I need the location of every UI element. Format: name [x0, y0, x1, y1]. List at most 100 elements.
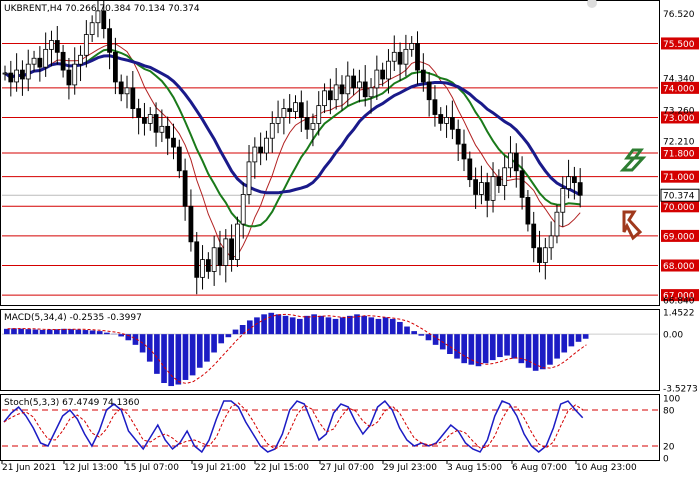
candle-body [362, 81, 368, 98]
candle-body [345, 75, 351, 95]
macd-bar [582, 334, 589, 339]
candle-body [200, 259, 205, 278]
macd-axis-label: 1.4522 [663, 309, 695, 319]
candle-body [519, 170, 525, 198]
price-chart[interactable]: 1.45220.00-3.5273 10080200 75.50074.0007… [0, 0, 700, 500]
macd-bar [225, 334, 232, 338]
candle-body [275, 117, 281, 124]
macd-bar [168, 334, 175, 387]
macd-bar [175, 334, 182, 385]
candle-body [229, 238, 234, 260]
candle-body [136, 108, 142, 118]
macd-bar [39, 329, 46, 335]
time-axis-label: 27 Jul 07:00 [320, 463, 374, 473]
candle-body [374, 69, 380, 89]
macd-bar [161, 334, 167, 384]
macd-bar [561, 334, 568, 353]
macd-bar [311, 314, 317, 335]
price-level-label: 69.000 [663, 232, 695, 242]
candle-body [479, 182, 484, 195]
price-level-label: 74.000 [663, 84, 695, 94]
time-axis-label: 19 Jul 21:00 [192, 463, 246, 473]
time-axis-label: 12 Jul 13:00 [64, 463, 118, 473]
macd-bar [232, 329, 239, 335]
candle-body [542, 247, 548, 263]
macd-bar [189, 334, 196, 376]
macd-bar [254, 317, 260, 335]
candle-body [107, 28, 112, 53]
candle-body [252, 146, 258, 163]
candle-body [438, 114, 444, 124]
macd-bar [275, 314, 282, 335]
candle-body [182, 170, 188, 207]
candle-body [449, 117, 455, 130]
candle-body [83, 34, 89, 56]
candle-body [432, 99, 438, 115]
stoch-axis-label: 100 [663, 395, 680, 405]
candle-body [264, 137, 269, 154]
macd-bar [532, 334, 539, 371]
macd-bar [104, 332, 110, 335]
candle-body [426, 81, 432, 101]
candle-body [508, 152, 513, 169]
price-axis-tick-label: 66.840 [663, 296, 695, 306]
candle-body [415, 43, 420, 71]
candle-body [153, 114, 159, 133]
macd-bar [347, 315, 353, 335]
macd-bar [154, 334, 160, 374]
price-level-label: 75.500 [663, 40, 695, 50]
macd-bar [482, 334, 489, 364]
candle-body [525, 197, 531, 225]
candle-body [269, 122, 275, 139]
candle-body [571, 176, 577, 184]
candle-body [386, 60, 391, 80]
time-axis-label: 10 Aug 23:00 [576, 463, 637, 473]
candle-body [54, 40, 60, 53]
macd-bar [554, 334, 560, 359]
candle-body [147, 114, 153, 124]
macd-bar [375, 318, 382, 335]
macd-axis-label: -3.5273 [663, 385, 698, 395]
macd-bar [454, 334, 460, 359]
stoch-axis-label: 80 [663, 407, 675, 417]
macd-bar [461, 334, 468, 364]
candle-body [20, 69, 25, 80]
candle-body [165, 125, 171, 139]
macd-bar [282, 315, 289, 335]
macd-bar [89, 330, 96, 335]
macd-bar [497, 334, 503, 358]
candle-body [351, 75, 357, 89]
candle-body [194, 241, 200, 278]
macd-bar [4, 328, 10, 335]
candle-body [502, 167, 508, 186]
macd-bar [382, 317, 389, 335]
candle-body [327, 90, 333, 101]
candle-body [246, 161, 252, 195]
candle-body [537, 247, 542, 263]
macd-bar [289, 317, 296, 335]
candle-body [293, 102, 298, 112]
time-axis-label: 22 Jul 15:00 [255, 463, 309, 473]
macd-bar [511, 334, 518, 359]
candle-body [461, 143, 467, 160]
macd-bar [196, 334, 203, 368]
macd-bar [525, 334, 532, 368]
price-axis-tick-label: 76.520 [663, 10, 695, 20]
macd-bar [82, 330, 89, 335]
candle-body [403, 48, 409, 65]
candle-body [467, 158, 473, 181]
macd-bar [397, 321, 403, 335]
candle-body [14, 69, 20, 83]
current-price-label: 70.374 [663, 192, 695, 202]
candle-body [31, 57, 37, 65]
macd-header: MACD(5,34,4) -0.2535 -0.3997 [4, 313, 142, 323]
candle-body [554, 211, 560, 237]
candle-body [322, 90, 327, 107]
candle-body [60, 51, 66, 71]
candle-body [391, 51, 397, 62]
candle-body [159, 125, 165, 133]
macd-bar [568, 334, 575, 347]
candle-body [339, 84, 345, 95]
candle-body [188, 205, 194, 243]
macd-bar [547, 334, 553, 365]
